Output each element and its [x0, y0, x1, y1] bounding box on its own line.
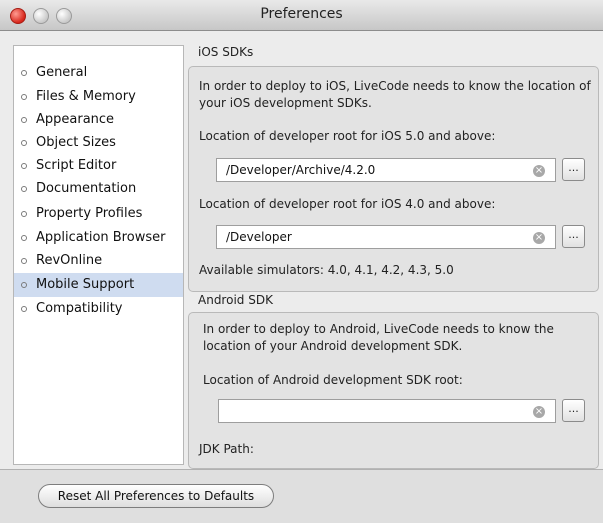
- sidebar-item-label: Appearance: [36, 112, 115, 127]
- sidebar-item-label: Documentation: [36, 181, 137, 196]
- sidebar-item-general[interactable]: General: [14, 61, 183, 85]
- browse-ios5-root-button[interactable]: ...: [562, 158, 585, 181]
- android-sdk-group: In order to deploy to Android, LiveCode …: [188, 312, 599, 469]
- bullet-icon: [21, 94, 27, 100]
- sidebar-item-label: Property Profiles: [36, 206, 143, 221]
- sidebar-item-label: Mobile Support: [36, 277, 135, 292]
- clear-field-icon[interactable]: ×: [533, 406, 545, 418]
- sidebar-item-object-sizes[interactable]: Object Sizes: [14, 131, 183, 155]
- bullet-icon: [21, 163, 27, 169]
- sidebar-item-label: Object Sizes: [36, 135, 116, 150]
- window-title: Preferences: [260, 6, 343, 22]
- android-description: In order to deploy to Android, LiveCode …: [203, 322, 554, 353]
- sidebar-item-label: RevOnline: [36, 253, 103, 268]
- clear-field-icon[interactable]: ×: [533, 165, 545, 177]
- ios4-root-label: Location of developer root for iOS 4.0 a…: [199, 197, 496, 211]
- sidebar-item-files-memory[interactable]: Files & Memory: [14, 85, 183, 109]
- android-sdk-root-label: Location of Android development SDK root…: [203, 373, 463, 387]
- sidebar-item-compatibility[interactable]: Compatibility: [14, 297, 183, 321]
- reset-preferences-button[interactable]: Reset All Preferences to Defaults: [38, 484, 274, 508]
- available-simulators-label: Available simulators: 4.0, 4.1, 4.2, 4.3…: [199, 263, 454, 277]
- ios-description: In order to deploy to iOS, LiveCode need…: [199, 79, 591, 110]
- bullet-icon: [21, 186, 27, 192]
- ios5-root-field[interactable]: ×: [216, 158, 556, 182]
- bullet-icon: [21, 258, 27, 264]
- ios4-root-field[interactable]: ×: [216, 225, 556, 249]
- bullet-icon: [21, 70, 27, 76]
- sidebar-item-label: Files & Memory: [36, 89, 136, 104]
- clear-field-icon[interactable]: ×: [533, 232, 545, 244]
- sidebar-item-property-profiles[interactable]: Property Profiles: [14, 202, 183, 226]
- browse-android-sdk-button[interactable]: ...: [562, 399, 585, 422]
- preferences-sidebar: General Files & Memory Appearance Object…: [13, 45, 184, 465]
- sidebar-item-revonline[interactable]: RevOnline: [14, 249, 183, 273]
- ios5-root-label: Location of developer root for iOS 5.0 a…: [199, 129, 496, 143]
- ios4-root-input[interactable]: [217, 226, 514, 248]
- sidebar-item-label: General: [36, 65, 88, 80]
- sidebar-item-documentation[interactable]: Documentation: [14, 177, 183, 201]
- bullet-icon: [21, 117, 27, 123]
- bullet-icon: [21, 211, 27, 217]
- bullet-icon: [21, 235, 27, 241]
- android-sdk-root-field[interactable]: ×: [218, 399, 556, 423]
- ios5-root-input[interactable]: [217, 159, 514, 181]
- sidebar-item-application-browser[interactable]: Application Browser: [14, 226, 183, 250]
- sidebar-item-appearance[interactable]: Appearance: [14, 108, 183, 132]
- ios-section-title: iOS SDKs: [198, 45, 254, 59]
- preferences-window: Preferences General Files & Memory Appea…: [0, 0, 603, 523]
- bullet-icon: [21, 282, 27, 288]
- sidebar-item-label: Script Editor: [36, 158, 117, 173]
- sidebar-item-label: Application Browser: [36, 230, 166, 245]
- sidebar-item-mobile-support[interactable]: Mobile Support: [14, 273, 183, 297]
- jdk-path-label: JDK Path:: [199, 442, 254, 456]
- title-bar[interactable]: Preferences: [0, 0, 603, 31]
- browse-ios4-root-button[interactable]: ...: [562, 225, 585, 248]
- android-section-title: Android SDK: [198, 293, 273, 307]
- ios-sdk-group: In order to deploy to iOS, LiveCode need…: [188, 66, 599, 292]
- android-sdk-root-input[interactable]: [219, 400, 514, 422]
- bullet-icon: [21, 140, 27, 146]
- bullet-icon: [21, 306, 27, 312]
- sidebar-item-label: Compatibility: [36, 301, 123, 316]
- sidebar-item-script-editor[interactable]: Script Editor: [14, 154, 183, 178]
